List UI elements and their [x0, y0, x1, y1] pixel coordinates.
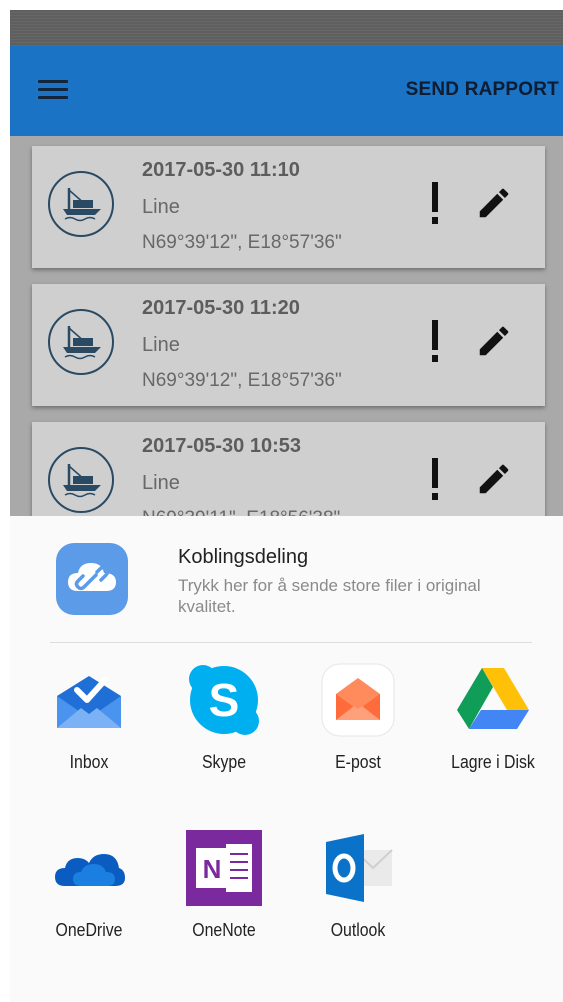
- divider: [50, 642, 532, 643]
- report-gear: Line: [142, 334, 180, 356]
- app-label: Outlook: [330, 920, 386, 940]
- edit-icon[interactable]: [475, 460, 513, 498]
- inbox-icon: [51, 662, 127, 738]
- report-position: N69°39'12", E18°57'36": [142, 370, 342, 391]
- report-datetime: 2017-05-30 11:20: [142, 297, 300, 319]
- skype-icon: S: [186, 662, 262, 738]
- email-icon: [320, 662, 396, 738]
- report-datetime: 2017-05-30 10:53: [142, 435, 302, 457]
- outlook-icon: [320, 830, 396, 906]
- share-app-inbox[interactable]: Inbox: [29, 662, 149, 773]
- report-card[interactable]: 2017-05-30 11:20 Line N69°39'12", E18°57…: [32, 284, 545, 406]
- edit-icon[interactable]: [475, 184, 513, 222]
- report-list[interactable]: 2017-05-30 11:10 Line N69°39'12", E18°57…: [10, 136, 563, 516]
- report-position: N69°39'12", E18°57'36": [142, 232, 342, 253]
- app-label: OneNote: [192, 920, 256, 940]
- onedrive-icon: [51, 830, 127, 906]
- send-report-button[interactable]: SEND RAPPORT: [406, 79, 559, 101]
- report-card[interactable]: 2017-05-30 10:53 Line N69°39'11", E18°56…: [32, 422, 545, 516]
- link-share-title[interactable]: Koblingsdeling: [178, 546, 308, 569]
- share-sheet: Koblingsdeling Trykk her for å sende sto…: [10, 516, 563, 1002]
- warning-icon[interactable]: [430, 320, 440, 364]
- svg-text:N: N: [203, 854, 222, 884]
- share-app-email[interactable]: E-post: [298, 662, 418, 773]
- report-gear: Line: [142, 196, 180, 218]
- status-bar: [10, 10, 563, 46]
- share-app-outlook[interactable]: Outlook: [298, 830, 418, 941]
- app-label: Skype: [201, 752, 247, 772]
- app-bar: SEND RAPPORT: [10, 46, 563, 136]
- report-gear: Line: [142, 472, 180, 494]
- warning-icon[interactable]: [430, 182, 440, 226]
- share-app-onedrive[interactable]: OneDrive: [29, 830, 149, 941]
- onenote-icon: N: [186, 830, 262, 906]
- app-label: E-post: [335, 752, 381, 772]
- google-drive-icon: [455, 662, 531, 738]
- cloud-link-icon[interactable]: [56, 543, 128, 615]
- edit-icon[interactable]: [475, 322, 513, 360]
- app-label: OneDrive: [55, 920, 123, 940]
- app-label: Lagre i Disk: [451, 752, 535, 772]
- svg-text:S: S: [209, 674, 240, 726]
- share-app-drive[interactable]: Lagre i Disk: [433, 662, 553, 773]
- report-datetime: 2017-05-30 11:10: [142, 159, 300, 181]
- link-share-subtitle: Trykk her for å sende store filer i orig…: [178, 576, 481, 616]
- boat-icon: [48, 171, 114, 237]
- share-app-skype[interactable]: S Skype: [164, 662, 284, 773]
- app-label: Inbox: [69, 752, 109, 772]
- report-card[interactable]: 2017-05-30 11:10 Line N69°39'12", E18°57…: [32, 146, 545, 268]
- menu-icon[interactable]: [38, 80, 68, 100]
- boat-icon: [48, 309, 114, 375]
- boat-icon: [48, 447, 114, 513]
- report-position: N69°39'11", E18°56'38": [142, 508, 340, 516]
- warning-icon[interactable]: [430, 458, 440, 502]
- share-app-onenote[interactable]: N OneNote: [164, 830, 284, 941]
